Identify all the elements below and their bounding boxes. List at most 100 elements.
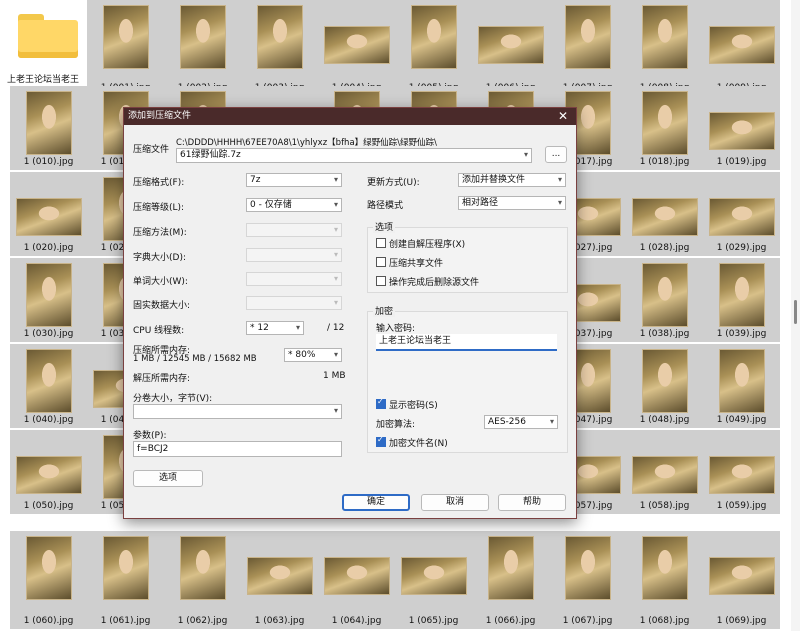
file-item[interactable]: 1 (063).jpg [241,531,318,629]
archive-label: 压缩文件 [133,145,170,155]
solid-label: 固实数据大小: [133,301,191,311]
show-password-checkbox[interactable]: 显示密码(S) [376,397,438,411]
image-thumbnail [179,536,226,600]
help-button[interactable]: 帮助 [498,494,566,511]
format-select[interactable]: 7z ▾ [246,173,342,187]
file-name: 1 (067).jpg [562,616,613,626]
file-item[interactable]: 1 (019).jpg [703,86,780,170]
close-icon[interactable]: ✕ [558,108,568,125]
file-item[interactable]: 1 (007).jpg [549,0,626,96]
file-name: 1 (062).jpg [177,616,228,626]
file-item[interactable]: 1 (049).jpg [703,344,780,428]
file-item[interactable]: 1 (009).jpg [703,0,780,96]
file-item[interactable]: 1 (029).jpg [703,172,780,256]
file-item[interactable]: 1 (060).jpg [10,531,87,629]
file-item[interactable]: 1 (066).jpg [472,531,549,629]
mem-comp-select[interactable]: * 80% ▾ [284,348,342,362]
file-name: 1 (049).jpg [716,415,767,425]
image-thumbnail [102,5,149,69]
image-thumbnail [323,26,390,64]
format-label: 压缩格式(F): [133,178,185,188]
checkbox-icon [376,257,386,267]
file-item[interactable]: 1 (030).jpg [10,258,87,342]
format-value: 7z [250,175,261,185]
image-thumbnail [25,536,72,600]
image-thumbnail [410,5,457,69]
browse-button[interactable]: ... [545,146,567,163]
pathmode-select[interactable]: 相对路径 ▾ [458,196,566,210]
threads-max: / 12 [327,323,345,333]
folder-name: 上老王论坛当老王 [6,75,79,85]
algo-value: AES-256 [488,417,526,427]
delete-source-checkbox[interactable]: 操作完成后删除源文件 [376,275,479,288]
image-thumbnail [15,198,82,236]
file-name: 1 (019).jpg [716,157,767,167]
update-select[interactable]: 添加并替换文件 ▾ [458,173,566,187]
file-item[interactable]: 1 (050).jpg [10,430,87,514]
file-name: 1 (066).jpg [485,616,536,626]
archive-path: C:\DDDD\HHHH\67EE70A8\1\yhlyxz【bfha】绿野仙踪… [176,138,437,148]
chevron-down-icon: ▾ [333,250,338,259]
shared-checkbox[interactable]: 压缩共享文件 [376,256,443,269]
chevron-down-icon: ▾ [549,417,554,426]
file-item[interactable]: 1 (028).jpg [626,172,703,256]
word-label: 单词大小(W): [133,277,188,287]
file-item[interactable]: 1 (067).jpg [549,531,626,629]
method-select[interactable]: ▾ [246,223,342,237]
file-name: 1 (064).jpg [331,616,382,626]
vertical-scrollbar[interactable] [791,0,800,631]
file-item[interactable]: 1 (004).jpg [318,0,395,96]
file-item[interactable]: 1 (039).jpg [703,258,780,342]
chevron-down-icon: ▾ [333,200,338,209]
image-thumbnail [641,263,688,327]
image-thumbnail [25,349,72,413]
file-item[interactable]: 1 (018).jpg [626,86,703,170]
level-select[interactable]: 0 - 仅存储 ▾ [246,198,342,212]
file-item[interactable]: 1 (006).jpg [472,0,549,96]
file-item[interactable]: 1 (040).jpg [10,344,87,428]
image-thumbnail [102,536,149,600]
split-combo[interactable]: ▾ [133,404,342,419]
image-thumbnail [179,5,226,69]
file-item[interactable]: 1 (002).jpg [164,0,241,96]
file-item[interactable]: 1 (003).jpg [241,0,318,96]
ok-button[interactable]: 确定 [342,494,410,511]
options-button[interactable]: 选项 [133,470,203,487]
file-item[interactable]: 1 (038).jpg [626,258,703,342]
encrypt-names-checkbox[interactable]: 加密文件名(N) [376,435,448,449]
update-value: 添加并替换文件 [462,175,526,185]
mem-decomp-label: 解压所需内存: [133,374,191,384]
algo-select[interactable]: AES-256 ▾ [484,415,558,429]
file-item[interactable]: 1 (010).jpg [10,86,87,170]
password-input[interactable]: 上老王论坛当老王 [376,334,557,351]
file-item[interactable]: 1 (001).jpg [87,0,164,96]
chevron-down-icon: ▾ [295,323,300,332]
file-item[interactable]: 1 (062).jpg [164,531,241,629]
file-item[interactable]: 1 (058).jpg [626,430,703,514]
file-item[interactable]: 1 (008).jpg [626,0,703,96]
file-item[interactable]: 1 (048).jpg [626,344,703,428]
file-name: 1 (068).jpg [639,616,690,626]
archive-name-combo[interactable]: 61绿野仙踪.7z ▾ [176,148,532,163]
file-item[interactable]: 1 (065).jpg [395,531,472,629]
file-item[interactable]: 1 (069).jpg [703,531,780,629]
cancel-button[interactable]: 取消 [421,494,489,511]
level-value: 0 - 仅存储 [250,200,292,210]
word-select[interactable]: ▾ [246,272,342,286]
file-item[interactable]: 1 (064).jpg [318,531,395,629]
file-item[interactable]: 1 (005).jpg [395,0,472,96]
file-item[interactable]: 1 (068).jpg [626,531,703,629]
threads-select[interactable]: * 12 ▾ [246,321,304,335]
file-name: 1 (029).jpg [716,243,767,253]
file-item[interactable]: 1 (059).jpg [703,430,780,514]
sfx-checkbox[interactable]: 创建自解压程序(X) [376,237,465,250]
solid-select[interactable]: ▾ [246,296,342,310]
level-label: 压缩等级(L): [133,203,185,213]
file-item[interactable]: 1 (020).jpg [10,172,87,256]
shared-label: 压缩共享文件 [389,259,444,269]
dict-select[interactable]: ▾ [246,248,342,262]
folder-item[interactable]: 上老王论坛当老王 [0,0,86,98]
file-item[interactable]: 1 (061).jpg [87,531,164,629]
params-input[interactable]: f=BCJ2 [133,441,342,457]
file-name: 1 (030).jpg [23,329,74,339]
